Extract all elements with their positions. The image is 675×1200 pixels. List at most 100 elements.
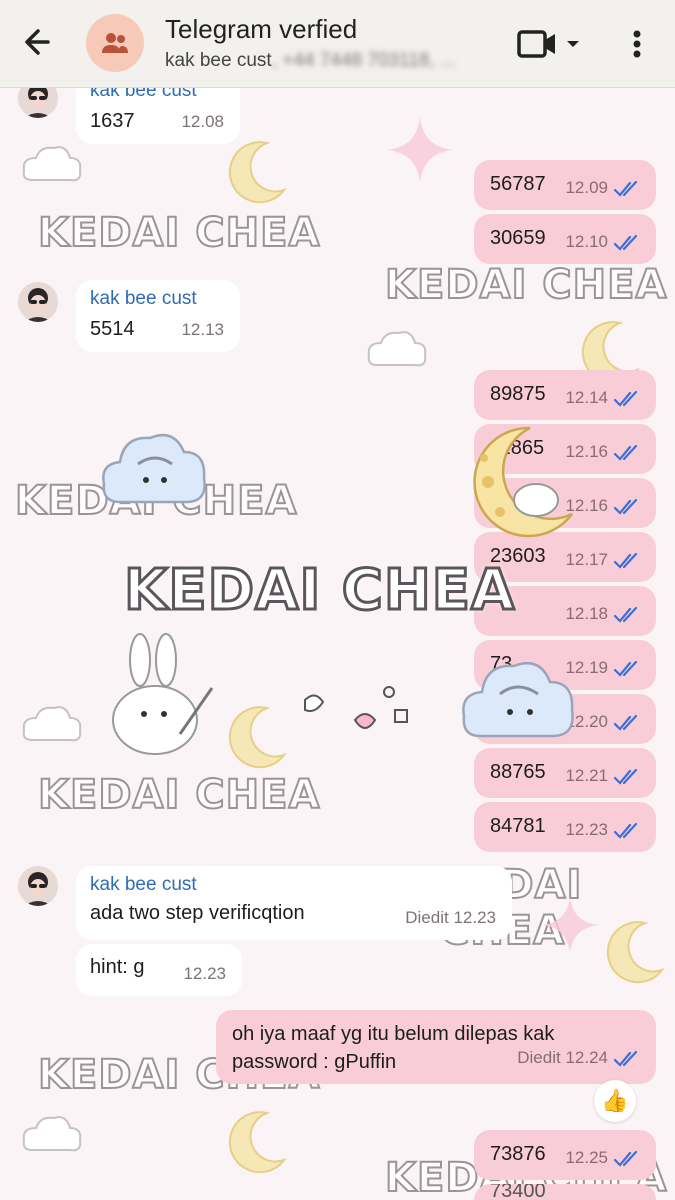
chat-header: Telegram verfied kak bee cust, +44 7448 … xyxy=(0,0,675,88)
message-time: 12.23 xyxy=(453,908,496,927)
message-time: 12.10 xyxy=(565,232,608,251)
message-time: 12.24 xyxy=(565,1048,608,1067)
message-meta: 12.17 xyxy=(565,550,640,570)
message-text: 1637 xyxy=(90,110,135,132)
message-meta: Diedit 12.23 xyxy=(405,908,496,928)
outgoing-message[interactable]: 73876 12.25 xyxy=(474,1130,656,1180)
read-check-icon xyxy=(614,180,638,197)
outgoing-message[interactable]: 89875 12.14 xyxy=(474,370,656,420)
outgoing-message[interactable]: 12.16 xyxy=(474,478,656,528)
read-check-icon xyxy=(614,822,638,839)
moon-icon xyxy=(228,141,287,204)
message-meta: 12.14 xyxy=(565,388,640,408)
outgoing-message[interactable]: 11865 12.16 xyxy=(474,424,656,474)
sender-avatar[interactable] xyxy=(18,282,58,322)
message-time: 12.14 xyxy=(565,388,608,407)
read-check-icon xyxy=(614,390,638,407)
message-time: 12.17 xyxy=(565,550,608,569)
sender-name[interactable]: kak bee cust xyxy=(90,874,498,896)
message-time: 12.23 xyxy=(183,964,226,983)
message-time: 12.08 xyxy=(181,112,224,131)
read-check-icon xyxy=(614,552,638,569)
message-text: ada two step verificqtion xyxy=(90,902,305,924)
message-time: 12.23 xyxy=(565,820,608,839)
outgoing-message[interactable]: 73400 xyxy=(474,1184,656,1200)
message-meta: Diedit 12.24 xyxy=(517,1044,640,1072)
moon-icon xyxy=(228,1111,287,1174)
message-meta: 12.16 xyxy=(565,442,640,462)
message-text: 30659 xyxy=(490,227,546,249)
outgoing-message[interactable]: 12.20 xyxy=(474,694,656,744)
message-meta: 12.21 xyxy=(565,766,640,786)
message-time: 12.13 xyxy=(181,320,224,339)
outgoing-message[interactable]: 84781 12.23 xyxy=(474,802,656,852)
message-text: 88765 xyxy=(490,761,546,783)
message-time: 12.19 xyxy=(565,658,608,677)
message-time: 12.18 xyxy=(565,604,608,623)
cloud-icon xyxy=(22,146,82,182)
edited-label: Diedit xyxy=(405,908,449,927)
reaction-badge[interactable]: 👍 xyxy=(594,1080,636,1122)
sender-name[interactable]: kak bee cust xyxy=(90,288,226,310)
read-check-icon xyxy=(614,444,638,461)
moon-icon xyxy=(606,921,665,984)
read-check-icon xyxy=(614,1150,638,1167)
group-avatar[interactable] xyxy=(86,14,144,72)
message-meta: 12.20 xyxy=(565,712,640,732)
message-time: 12.09 xyxy=(565,178,608,197)
outgoing-message[interactable]: 12.18 xyxy=(474,586,656,636)
message-meta: 12.19 xyxy=(565,658,640,678)
message-time: 12.16 xyxy=(565,442,608,461)
cloud-icon xyxy=(367,331,427,367)
watermark-text: KEDAI CHEA xyxy=(37,209,321,257)
sparkle-icon xyxy=(387,117,453,183)
message-meta: 12.25 xyxy=(565,1148,640,1168)
read-check-icon xyxy=(614,714,638,731)
sparkle-icon xyxy=(542,897,598,953)
outgoing-message[interactable]: 56787 12.09 xyxy=(474,160,656,210)
outgoing-message[interactable]: 73 12.19 xyxy=(474,640,656,690)
message-meta: 12.18 xyxy=(565,604,640,624)
moon-icon xyxy=(228,706,287,769)
message-time: 12.16 xyxy=(565,496,608,515)
outgoing-message[interactable]: 88765 12.21 xyxy=(474,748,656,798)
back-arrow-icon[interactable] xyxy=(20,22,60,62)
read-check-icon xyxy=(614,660,638,677)
read-check-icon xyxy=(614,234,638,251)
outgoing-message[interactable]: 30659 12.10 xyxy=(474,214,656,264)
chat-title[interactable]: Telegram verfied xyxy=(165,14,357,45)
incoming-message[interactable]: kak bee cust 5514 12.13 xyxy=(76,280,240,352)
message-text: 73400 xyxy=(490,1184,546,1200)
message-meta: 12.16 xyxy=(565,496,640,516)
incoming-message[interactable]: hint: g 12.23 xyxy=(76,944,242,996)
sender-avatar[interactable] xyxy=(18,866,58,906)
message-meta: 12.10 xyxy=(565,232,640,252)
message-text: 56787 xyxy=(490,173,546,195)
message-text: 84781 xyxy=(490,815,546,837)
read-check-icon xyxy=(614,1050,638,1067)
outgoing-message[interactable]: oh iya maaf yg itu belum dilepas kak pas… xyxy=(216,1010,656,1084)
read-check-icon xyxy=(614,606,638,623)
cloud-icon xyxy=(22,1116,82,1152)
read-check-icon xyxy=(614,498,638,515)
message-text: 73876 xyxy=(490,1143,546,1165)
chat-subtitle: kak bee cust, +44 7448 703118, ... xyxy=(165,50,456,72)
group-icon xyxy=(102,33,128,53)
incoming-message[interactable]: kak bee cust ada two step verificqtion D… xyxy=(76,866,512,940)
more-options-icon[interactable] xyxy=(625,26,649,62)
thumbs-up-icon: 👍 xyxy=(601,1088,629,1113)
message-time: 12.25 xyxy=(565,1148,608,1167)
message-time: 12.21 xyxy=(565,766,608,785)
message-meta: 12.23 xyxy=(565,820,640,840)
message-text: 5514 xyxy=(90,318,135,340)
message-time: 12.20 xyxy=(565,712,608,731)
watermark-text: KEDAI CHEA xyxy=(14,477,298,525)
watermark-text: KEDAI CHEA xyxy=(37,771,321,819)
message-meta: 12.09 xyxy=(565,178,640,198)
outgoing-message[interactable]: 23603 12.17 xyxy=(474,532,656,582)
watermark-text: KEDAI CHEA xyxy=(384,261,668,309)
message-text: 89875 xyxy=(490,383,546,405)
edited-label: Diedit xyxy=(517,1048,561,1067)
message-text: 23603 xyxy=(490,545,546,567)
video-call-icon[interactable] xyxy=(515,26,585,62)
